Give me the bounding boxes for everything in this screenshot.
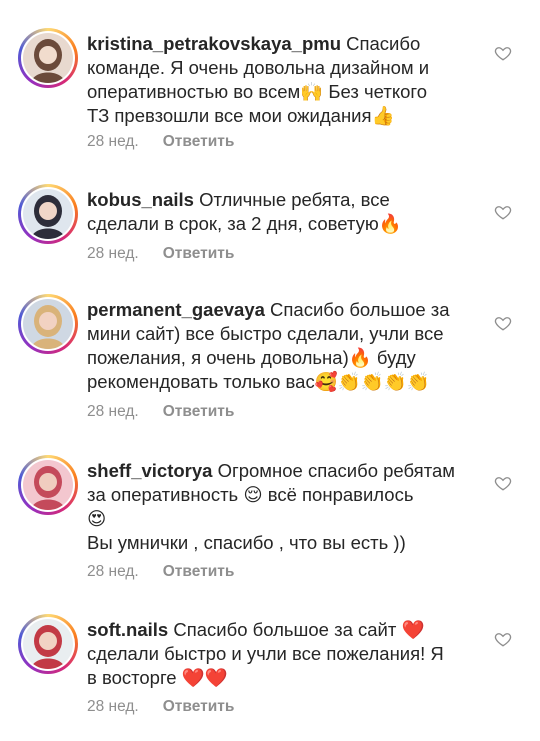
heart-icon[interactable] [494, 314, 512, 332]
avatar-photo [23, 460, 73, 510]
heart-icon[interactable] [494, 630, 512, 648]
comment-username[interactable]: kobus_nails [87, 189, 194, 210]
avatar[interactable] [18, 455, 78, 515]
comment-age: 28 нед. [87, 563, 139, 580]
reply-button[interactable]: Ответить [163, 133, 235, 150]
comment-body: sheff_victorya Огромное спасибо ребятам … [87, 459, 479, 555]
comment-body: kobus_nails Отличные ребята, все сделали… [87, 188, 479, 236]
comment-body: permanent_gaevaya Спасибо большое за мин… [87, 298, 479, 394]
reply-button[interactable]: Ответить [163, 563, 235, 580]
comment-username[interactable]: permanent_gaevaya [87, 299, 265, 320]
heart-icon[interactable] [494, 474, 512, 492]
avatar-photo [23, 33, 73, 83]
comment-body: kristina_petrakovskaya_pmu Спасибо коман… [87, 32, 479, 128]
heart-icon[interactable] [494, 44, 512, 62]
comment-age: 28 нед. [87, 403, 139, 420]
comment-meta: 28 нед. Ответить [87, 563, 234, 581]
avatar-photo [23, 189, 73, 239]
avatar-photo [23, 299, 73, 349]
reply-button[interactable]: Ответить [163, 403, 235, 420]
heart-icon[interactable] [494, 203, 512, 221]
comment-age: 28 нед. [87, 698, 139, 715]
comment-body: soft.nails Спасибо большое за сайт ❤️ сд… [87, 618, 479, 690]
avatar[interactable] [18, 614, 78, 674]
avatar[interactable] [18, 294, 78, 354]
comment-username[interactable]: kristina_petrakovskaya_pmu [87, 33, 341, 54]
comment-meta: 28 нед. Ответить [87, 133, 234, 151]
comment-username[interactable]: soft.nails [87, 619, 168, 640]
comment-meta: 28 нед. Ответить [87, 245, 234, 263]
reply-button[interactable]: Ответить [163, 245, 235, 262]
avatar[interactable] [18, 28, 78, 88]
comment-age: 28 нед. [87, 245, 139, 262]
avatar-photo [23, 619, 73, 669]
comment-username[interactable]: sheff_victorya [87, 460, 212, 481]
comments-list: kristina_petrakovskaya_pmu Спасибо коман… [0, 0, 540, 741]
comment-meta: 28 нед. Ответить [87, 403, 234, 421]
reply-button[interactable]: Ответить [163, 698, 235, 715]
comment-age: 28 нед. [87, 133, 139, 150]
avatar[interactable] [18, 184, 78, 244]
comment-meta: 28 нед. Ответить [87, 698, 234, 716]
